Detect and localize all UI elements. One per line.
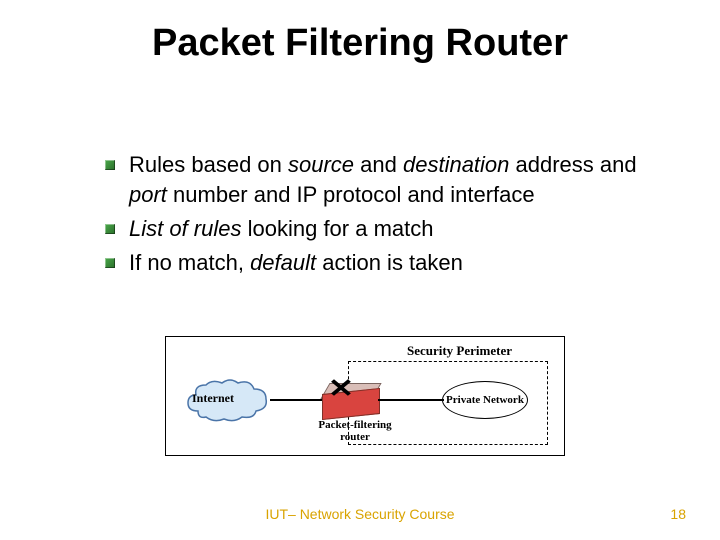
private-network-label: Private Network: [446, 394, 524, 406]
bullet-list: Rules based on source and destination ad…: [105, 150, 645, 282]
bullet-text: List of rules looking for a match: [129, 214, 433, 244]
bullet-icon: [105, 224, 115, 234]
security-perimeter-label: Security Perimeter: [407, 343, 512, 359]
bullet-icon: [105, 258, 115, 268]
link-line: [270, 399, 322, 401]
private-network-node: Private Network: [442, 381, 528, 419]
slide: Packet Filtering Router Rules based on s…: [0, 0, 720, 540]
list-item: If no match, default action is taken: [105, 248, 645, 278]
router-arrows-icon: ✕: [328, 373, 354, 404]
network-diagram: Security Perimeter Internet ✕ Packet-fil…: [165, 336, 565, 456]
page-number: 18: [670, 506, 686, 522]
router-label: Packet-filtering router: [314, 419, 396, 443]
list-item: Rules based on source and destination ad…: [105, 150, 645, 210]
link-line: [378, 399, 444, 401]
list-item: List of rules looking for a match: [105, 214, 645, 244]
slide-title: Packet Filtering Router: [0, 22, 720, 65]
internet-label: Internet: [192, 391, 234, 406]
footer-text: IUT– Network Security Course: [0, 506, 720, 522]
bullet-icon: [105, 160, 115, 170]
bullet-text: If no match, default action is taken: [129, 248, 463, 278]
bullet-text: Rules based on source and destination ad…: [129, 150, 645, 210]
